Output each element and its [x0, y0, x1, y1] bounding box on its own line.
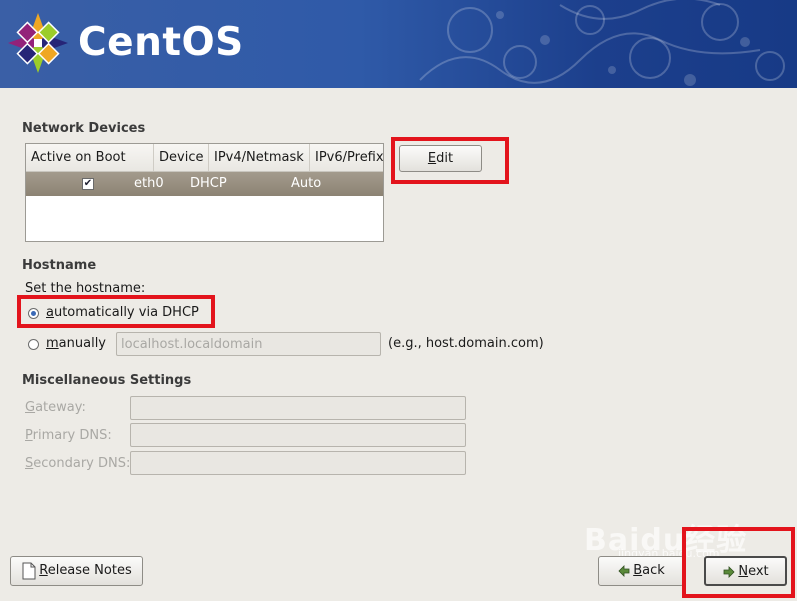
- secondary-dns-label: Secondary DNS:: [25, 456, 130, 471]
- checkbox-icon[interactable]: ✔: [82, 178, 94, 190]
- header-banner: CentOS: [0, 0, 797, 88]
- network-devices-heading: Network Devices: [22, 121, 146, 136]
- network-devices-table[interactable]: Active on Boot Device IPv4/Netmask IPv6/…: [25, 143, 384, 242]
- misc-settings-heading: Miscellaneous Settings: [22, 373, 192, 388]
- back-mnemonic: B: [633, 563, 643, 578]
- column-header-active-on-boot[interactable]: Active on Boot: [26, 144, 154, 171]
- primary-dns-mnemonic: P: [25, 428, 33, 443]
- primary-dns-label-rest: rimary DNS:: [32, 428, 112, 443]
- row-device: eth0: [134, 176, 164, 191]
- centos-logo-icon: [8, 13, 68, 73]
- secondary-dns-label-rest: econdary DNS:: [33, 456, 131, 471]
- next-mnemonic: N: [738, 564, 749, 579]
- gateway-mnemonic: G: [25, 400, 36, 415]
- edit-mnemonic: E: [427, 151, 437, 166]
- column-header-ipv4-netmask[interactable]: IPv4/Netmask: [209, 144, 310, 171]
- next-button[interactable]: Next: [704, 556, 787, 586]
- next-label: ext: [748, 564, 769, 579]
- release-notes-mnemonic: R: [39, 563, 48, 578]
- primary-dns-input[interactable]: [130, 423, 466, 447]
- primary-dns-label: Primary DNS:: [25, 428, 112, 443]
- hostname-example: (e.g., host.domain.com): [388, 336, 544, 351]
- back-label: ack: [642, 563, 665, 578]
- edit-button[interactable]: Edit: [399, 145, 482, 172]
- gateway-input[interactable]: [130, 396, 466, 420]
- hostname-input[interactable]: [116, 332, 381, 356]
- release-notes-label: elease Notes: [47, 563, 132, 578]
- release-notes-button[interactable]: Release Notes: [10, 556, 143, 586]
- edit-label: dit: [436, 151, 454, 166]
- auto-dhcp-radio[interactable]: [28, 308, 39, 319]
- back-arrow-icon: [618, 564, 630, 577]
- back-button[interactable]: Back: [598, 556, 684, 586]
- column-header-ipv6-prefix[interactable]: IPv6/Prefix: [310, 144, 384, 171]
- auto-label-rest: utomatically via DHCP: [53, 305, 199, 320]
- row-ipv4: DHCP: [190, 176, 227, 191]
- hostname-heading: Hostname: [22, 258, 97, 273]
- manual-label-rest: anually: [58, 336, 106, 351]
- table-row[interactable]: ✔ eth0 DHCP Auto: [26, 172, 383, 196]
- table-header: Active on Boot Device IPv4/Netmask IPv6/…: [26, 144, 384, 172]
- gateway-label-rest: ateway:: [35, 400, 86, 415]
- column-header-device[interactable]: Device: [154, 144, 209, 171]
- next-arrow-icon: [723, 565, 735, 578]
- manual-label[interactable]: manually: [46, 336, 106, 351]
- secondary-dns-input[interactable]: [130, 451, 466, 475]
- hostname-prompt: Set the hostname:: [25, 281, 146, 296]
- auto-dhcp-label[interactable]: automatically via DHCP: [46, 305, 199, 320]
- row-ipv6: Auto: [291, 176, 322, 191]
- brand-wordmark: CentOS: [78, 20, 244, 65]
- auto-mnemonic: a: [46, 305, 54, 320]
- manual-radio[interactable]: [28, 339, 39, 350]
- gateway-label: Gateway:: [25, 400, 86, 415]
- manual-mnemonic: m: [46, 336, 59, 351]
- document-icon: [22, 562, 36, 579]
